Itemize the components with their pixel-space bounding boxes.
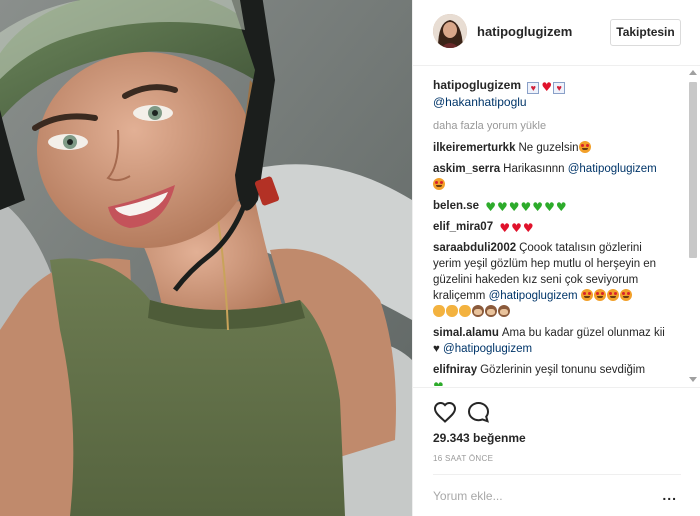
comment-mention[interactable]: @hatipoglugizem <box>489 290 578 302</box>
heart-eyes-smile-icon <box>619 289 632 301</box>
red-heart-icon: ♥ <box>522 221 534 235</box>
more-options-button[interactable]: ... <box>662 488 677 502</box>
green-heart-icon: ♥ <box>544 200 555 214</box>
post-timestamp[interactable]: 16 SAAT ÖNCE <box>433 454 493 463</box>
cat-face-icon <box>446 305 458 317</box>
heart-eyes-smile-icon <box>433 178 445 190</box>
heart-eyes-smile-icon <box>578 141 591 153</box>
caption-username[interactable]: hatipoglugizem <box>433 78 521 92</box>
comments-list[interactable]: hatipoglugizem ♥ ♥ ♥ @hakanhatipoglu daha … <box>413 66 700 386</box>
comment-item: askim_serra Harikasınnn @hatipoglugizem <box>433 161 673 193</box>
comment-username[interactable]: saraabduli2002 <box>433 242 516 254</box>
green-heart-icon: ♥ <box>555 200 567 214</box>
monkey-icon <box>485 305 497 317</box>
speech-bubble-icon[interactable] <box>467 401 490 423</box>
comment-item: elifniray Gözlerinin yeşil tonunu sevdiği… <box>433 362 673 386</box>
cat-face-icon <box>459 305 471 317</box>
monkey-icon <box>472 305 484 317</box>
comment-username[interactable]: belen.se <box>433 200 479 212</box>
green-heart-icon: ♥ <box>532 200 544 214</box>
scrollbar-thumb[interactable] <box>689 82 697 258</box>
green-heart-icon: ♥ <box>433 381 444 386</box>
like-count[interactable]: 29.343 beğenme <box>433 431 526 445</box>
comment-mention[interactable]: @hatipoglugizem <box>443 343 532 355</box>
monkey-icon <box>498 305 510 317</box>
green-heart-icon: ♥ <box>520 200 532 214</box>
comment-text: Ne guzelsin <box>518 142 579 154</box>
comment-text: Gözlerinin yeşil tonunu sevdiğim <box>480 364 646 376</box>
post-header: hatipoglugizem Takiptesin <box>413 0 700 66</box>
green-heart-icon: ♥ <box>508 200 520 214</box>
sparkle-heart-icon: ♥ <box>527 82 540 94</box>
comment-item: elif_mira07 ♥♥♥ <box>433 219 673 235</box>
heart-eyes-smile-icon <box>593 289 606 301</box>
post-side-panel: hatipoglugizem Takiptesin hatipoglugizem… <box>412 0 700 516</box>
comment-username[interactable]: elif_mira07 <box>433 221 493 233</box>
comment-username[interactable]: elifniray <box>433 364 477 376</box>
comments-scrollbar[interactable] <box>687 66 699 386</box>
red-heart-icon: ♥ <box>541 80 553 94</box>
scroll-down-icon[interactable] <box>689 377 697 382</box>
header-username[interactable]: hatipoglugizem <box>477 24 572 39</box>
comment-username[interactable]: askim_serra <box>433 163 500 175</box>
sparkle-heart-icon: ♥ <box>553 82 566 94</box>
comment-item: simal.alamu Ama bu kadar güzel olunmaz ki… <box>433 325 673 357</box>
following-button[interactable]: Takiptesin <box>610 19 681 46</box>
post-photo[interactable] <box>0 0 412 516</box>
post-actions: 29.343 beğenme 16 SAAT ÖNCE Yorum ekle..… <box>413 387 700 516</box>
comment-text: Harikasınnn <box>503 163 565 175</box>
comment-item: belen.se ♥♥♥♥♥♥♥ <box>433 198 673 214</box>
load-more-comments-link[interactable]: daha fazla yorum yükle <box>433 119 673 133</box>
comment-username[interactable]: simal.alamu <box>433 327 499 339</box>
heart-eyes-smile-icon <box>606 289 619 301</box>
comment-mention[interactable]: @hatipoglugizem <box>568 163 657 175</box>
add-comment-bar: Yorum ekle... ... <box>433 474 681 516</box>
scroll-up-icon[interactable] <box>689 70 697 75</box>
heart-eyes-smile-icon <box>580 289 593 301</box>
caption-mention[interactable]: @hakanhatipoglu <box>433 94 673 110</box>
green-heart-icon: ♥ <box>497 200 508 214</box>
comment-item: ilkeiremerturkk Ne guzelsin <box>433 140 673 156</box>
comment-item: saraabduli2002 Çoook tatalısın gözlerini … <box>433 240 673 320</box>
green-heart-icon: ♥ <box>485 200 496 214</box>
heart-outline-icon[interactable] <box>433 401 457 423</box>
avatar-image <box>433 14 467 48</box>
selfie-photo-image <box>0 0 412 516</box>
avatar[interactable] <box>433 14 467 48</box>
red-heart-icon: ♥ <box>499 221 511 235</box>
red-heart-icon: ♥ <box>511 221 522 235</box>
comment-input[interactable]: Yorum ekle... <box>433 489 503 503</box>
cat-face-icon <box>433 305 445 317</box>
comment-username[interactable]: ilkeiremerturkk <box>433 142 515 154</box>
caption: hatipoglugizem ♥ ♥ ♥ @hakanhatipoglu <box>433 77 673 110</box>
